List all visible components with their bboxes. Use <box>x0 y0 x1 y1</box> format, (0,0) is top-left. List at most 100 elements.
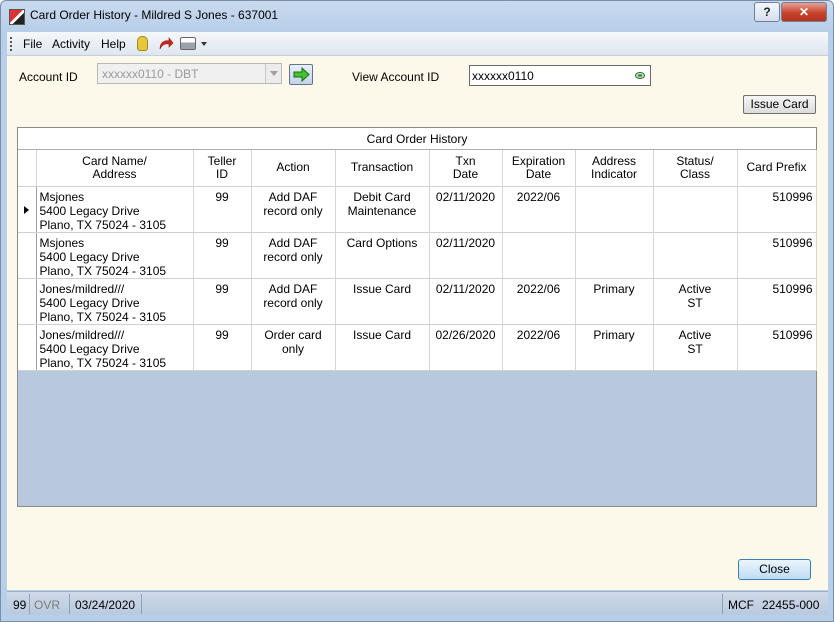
status-separator <box>29 594 30 614</box>
view-account-id-input[interactable]: xxxxxx0110 <box>469 65 651 86</box>
cell-status-class-text: ST <box>687 295 703 310</box>
cell-card-name-address-text: Plano, TX 75024 - 3105 <box>39 263 167 278</box>
table-row[interactable]: Jones/mildred///5400 Legacy Drive Plano, … <box>18 278 817 325</box>
toolbar-grip-icon[interactable] <box>10 37 12 51</box>
cell-card-prefix[interactable]: 510996 <box>737 324 817 371</box>
chevron-down-icon <box>265 64 281 83</box>
go-button[interactable] <box>289 64 313 85</box>
cell-txn-date-text: 02/11/2020 <box>435 281 496 296</box>
menu-activity[interactable]: Activity <box>52 37 90 51</box>
cell-txn-date[interactable]: 02/11/2020 <box>429 186 503 233</box>
col-txn-line1: Txn <box>455 153 476 168</box>
cell-expiration-date[interactable]: 2022/06 <box>502 278 576 325</box>
grid-caption: Card Order History <box>18 128 816 150</box>
cell-card-name-address[interactable]: Jones/mildred///5400 Legacy Drive Plano, … <box>35 278 194 325</box>
cell-expiration-date[interactable]: 2022/06 <box>502 324 576 371</box>
column-header-teller-id[interactable]: Teller ID <box>193 150 252 187</box>
table-row[interactable]: Msjones 5400 Legacy Drive Plano, TX 75024 … <box>18 232 817 279</box>
table-row[interactable]: Jones/mildred///5400 Legacy Drive Plano, … <box>18 324 817 371</box>
print-dropdown-icon[interactable] <box>201 42 207 46</box>
cell-txn-date[interactable]: 02/26/2020 <box>429 324 503 371</box>
cell-transaction[interactable]: Issue Card <box>335 278 430 325</box>
cell-transaction-text: Card Options <box>346 235 418 250</box>
issue-card-button[interactable]: Issue Card <box>743 95 816 114</box>
row-selector[interactable] <box>18 186 37 233</box>
cell-card-prefix[interactable]: 510996 <box>737 186 817 233</box>
cell-action[interactable]: Add DAF record only <box>251 186 336 233</box>
card-order-history-grid: Card Order History Card Name/Address Tel… <box>17 127 817 507</box>
cell-action[interactable]: Add DAF record only <box>251 232 336 279</box>
row-selector[interactable] <box>18 278 37 325</box>
cell-card-name-address[interactable]: Msjones 5400 Legacy Drive Plano, TX 75024 … <box>35 186 194 233</box>
help-button[interactable]: ? <box>754 2 780 22</box>
column-header-expiration-date[interactable]: Expiration Date <box>502 150 576 187</box>
status-ovr: OVR <box>34 598 61 612</box>
cell-expiration-date-text: 2022/06 <box>516 281 561 296</box>
cell-status-class[interactable] <box>653 186 738 233</box>
arrow-right-icon <box>293 67 310 82</box>
eye-icon[interactable] <box>635 72 645 79</box>
cell-card-name-address-text: Msjones <box>39 189 85 204</box>
cell-teller-id[interactable]: 99 <box>193 186 252 233</box>
cell-teller-id[interactable]: 99 <box>193 232 252 279</box>
cell-card-prefix-text: 510996 <box>772 189 813 204</box>
status-code: 22455-000 <box>762 598 820 612</box>
cell-transaction[interactable]: Issue Card <box>335 324 430 371</box>
column-header-card-name[interactable]: Card Name/Address <box>36 150 194 187</box>
column-header-card-prefix[interactable]: Card Prefix <box>737 150 817 187</box>
cell-card-name-address[interactable]: Msjones 5400 Legacy Drive Plano, TX 75024 … <box>35 232 194 279</box>
cell-status-class[interactable]: Active ST <box>653 324 738 371</box>
account-id-label: Account ID <box>19 70 78 84</box>
cell-card-name-address-text: Plano, TX 75024 - 3105 <box>39 355 167 370</box>
cell-expiration-date[interactable] <box>502 232 576 279</box>
cell-card-prefix[interactable]: 510996 <box>737 232 817 279</box>
cell-teller-id[interactable]: 99 <box>193 324 252 371</box>
title-bar[interactable]: Card Order History - Mildred S Jones - 6… <box>1 1 833 31</box>
column-header-address-indicator[interactable]: Address Indicator <box>575 150 654 187</box>
cell-card-name-address-text: Plano, TX 75024 - 3105 <box>39 217 167 232</box>
cell-status-class-text: Active <box>678 327 712 342</box>
cell-address-indicator[interactable]: Primary <box>575 324 654 371</box>
col-exp-line1: Expiration <box>511 153 566 168</box>
cell-address-indicator[interactable] <box>575 232 654 279</box>
close-button[interactable]: Close <box>738 559 811 580</box>
window-close-button[interactable]: ✕ <box>781 2 827 22</box>
table-row[interactable]: Msjones 5400 Legacy Drive Plano, TX 75024 … <box>18 186 817 233</box>
status-date: 03/24/2020 <box>75 598 136 612</box>
col-teller-line2: ID <box>216 166 228 181</box>
menu-help[interactable]: Help <box>101 37 126 51</box>
cell-action[interactable]: Add DAF record only <box>251 278 336 325</box>
cell-status-class[interactable] <box>653 232 738 279</box>
cell-expiration-date[interactable]: 2022/06 <box>502 186 576 233</box>
col-addr-line1: Address <box>591 153 637 168</box>
cell-action[interactable]: Order card only <box>251 324 336 371</box>
column-header-status-class[interactable]: Status/Class <box>653 150 738 187</box>
cell-expiration-date-text: 2022/06 <box>516 327 561 342</box>
print-icon[interactable] <box>180 37 196 50</box>
cell-teller-id[interactable]: 99 <box>193 278 252 325</box>
cell-card-name-address-text: Jones/mildred/// <box>39 327 125 342</box>
hand-icon[interactable] <box>137 36 148 51</box>
redo-icon[interactable] <box>158 37 174 50</box>
grid-header-row: Card Name/Address Teller ID Action Transa… <box>18 150 817 187</box>
status-bar: 99 OVR 03/24/2020 MCF 22455-000 <box>7 591 828 615</box>
cell-transaction[interactable]: Card Options <box>335 232 430 279</box>
cell-status-class[interactable]: Active ST <box>653 278 738 325</box>
account-id-value: xxxxxx0110 - DBT <box>102 67 199 81</box>
cell-address-indicator[interactable] <box>575 186 654 233</box>
row-selector[interactable] <box>18 324 37 371</box>
row-selector[interactable] <box>18 232 37 279</box>
cell-transaction-text: Issue Card <box>352 327 412 342</box>
status-separator <box>141 594 142 614</box>
cell-txn-date[interactable]: 02/11/2020 <box>429 278 503 325</box>
column-header-txn-date[interactable]: Txn Date <box>429 150 503 187</box>
cell-address-indicator[interactable]: Primary <box>575 278 654 325</box>
cell-card-prefix[interactable]: 510996 <box>737 278 817 325</box>
cell-transaction[interactable]: Debit Card Maintenance <box>335 186 430 233</box>
cell-card-name-address[interactable]: Jones/mildred///5400 Legacy Drive Plano, … <box>35 324 194 371</box>
status-mcf: MCF <box>728 598 754 612</box>
menu-file[interactable]: File <box>23 37 42 51</box>
column-header-transaction[interactable]: Transaction <box>335 150 430 187</box>
cell-txn-date[interactable]: 02/11/2020 <box>429 232 503 279</box>
column-header-action[interactable]: Action <box>251 150 336 187</box>
